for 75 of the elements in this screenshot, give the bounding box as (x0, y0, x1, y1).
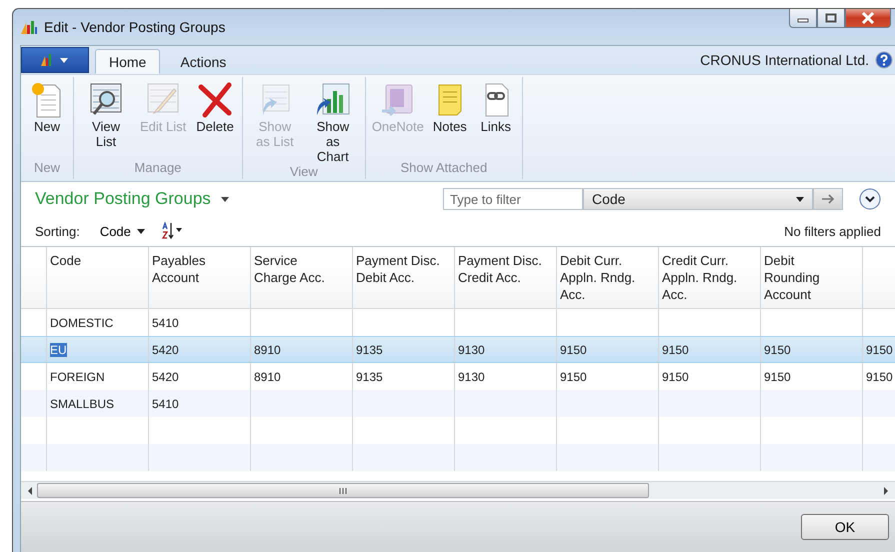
scroll-right-icon[interactable] (883, 486, 889, 494)
table-cell: 5410 (152, 316, 179, 330)
ok-button[interactable]: OK (801, 514, 889, 540)
sort-order-icon[interactable] (160, 222, 185, 240)
table-cell: 9150 (866, 370, 893, 384)
table-cell: 9135 (356, 370, 383, 384)
table-row[interactable]: EU 5420 8910 9135 9130 9150 9150 9150 9150 (21, 336, 895, 363)
table-cell: 9150 (560, 370, 587, 384)
ribbon-group-label: View (290, 164, 318, 179)
caret-icon (796, 196, 804, 202)
filter-field[interactable]: Type to filter (443, 188, 583, 210)
column-header[interactable]: Payment Disc. Debit Acc. (356, 252, 440, 286)
maximize-button[interactable] (817, 9, 845, 28)
table-cell: 9150 (866, 342, 893, 356)
table-row[interactable]: SMALLBUS 5410 (21, 390, 895, 417)
column-header[interactable]: Payables Account (152, 252, 236, 286)
ribbon-group-label: Show Attached (400, 160, 488, 175)
sorting-dropdown[interactable]: Code (100, 224, 145, 238)
sorting-label: Sorting: (35, 224, 80, 238)
window-title: Edit - Vendor Posting Groups (44, 19, 226, 35)
scroll-left-icon[interactable] (27, 486, 33, 494)
column-header[interactable]: Service Charge Acc. (254, 252, 338, 286)
table-cell: SMALLBUS (50, 396, 114, 410)
company-name: CRONUS International Ltd. (700, 52, 869, 68)
ribbon-group-label: Manage (134, 160, 182, 175)
table-cell: 9130 (458, 342, 485, 356)
horizontal-scrollbar[interactable] (21, 481, 895, 499)
ribbon-button[interactable]: View List (80, 81, 132, 160)
delete-icon (197, 81, 234, 119)
minimize-button[interactable] (789, 9, 817, 28)
ribbon-button[interactable]: Links (476, 81, 516, 160)
ribbon-button[interactable]: Show as Chart (306, 81, 359, 164)
table-cell: 5410 (152, 396, 179, 410)
ribbon-button[interactable]: Notes (430, 81, 470, 160)
filter-status: No filters applied (784, 224, 881, 238)
table-cell: EU (50, 342, 67, 356)
maximize-icon (825, 13, 837, 23)
column-header[interactable]: Credit Curr. Appln. Rndg. Acc. (662, 252, 746, 303)
table-cell: 9150 (764, 342, 791, 356)
ribbon-tab[interactable]: Home (95, 49, 160, 74)
column-header[interactable]: Debit Curr. Appln. Rndg. Acc. (560, 252, 644, 303)
table-cell: 9150 (662, 342, 689, 356)
column-header[interactable]: Code (50, 252, 82, 269)
help-icon[interactable] (875, 51, 893, 69)
close-icon (861, 12, 875, 24)
table-cell: 9130 (458, 370, 485, 384)
table-cell: 9150 (764, 370, 791, 384)
table-cell: 8910 (254, 370, 281, 384)
scrollbar-thumb[interactable] (37, 483, 649, 498)
table-cell: 5420 (152, 342, 179, 356)
ribbon-button[interactable]: Delete (194, 81, 236, 160)
table-cell: 9150 (560, 342, 587, 356)
expand-icon[interactable] (859, 188, 881, 210)
column-header[interactable]: Debit Rounding Account (764, 252, 848, 303)
table-cell: FOREIGN (50, 370, 105, 384)
table-cell: DOMESTIC (50, 316, 114, 330)
arrow-right-icon (821, 194, 835, 204)
caret-icon[interactable] (220, 196, 229, 202)
table-cell: 9150 (662, 370, 689, 384)
ribbon-button[interactable]: New (27, 81, 67, 160)
table-cell: 5420 (152, 370, 179, 384)
apply-filter-button[interactable] (813, 188, 843, 210)
application-menu-button[interactable] (21, 47, 89, 73)
page-title[interactable]: Vendor Posting Groups (35, 189, 211, 209)
caret-icon (136, 228, 145, 234)
ribbon-tab[interactable]: Actions (166, 49, 240, 74)
column-header[interactable]: Payment Disc. Credit Acc. (458, 252, 542, 286)
filter-field-dropdown[interactable]: Code (583, 188, 813, 210)
table-cell: 8910 (254, 342, 281, 356)
bar-chart-icon (20, 19, 38, 35)
ribbon-group-label: New (34, 160, 60, 175)
table-cell: 9135 (356, 342, 383, 356)
bar-chart-icon (40, 53, 70, 67)
grip-icon (339, 486, 347, 494)
close-button[interactable] (845, 9, 891, 28)
